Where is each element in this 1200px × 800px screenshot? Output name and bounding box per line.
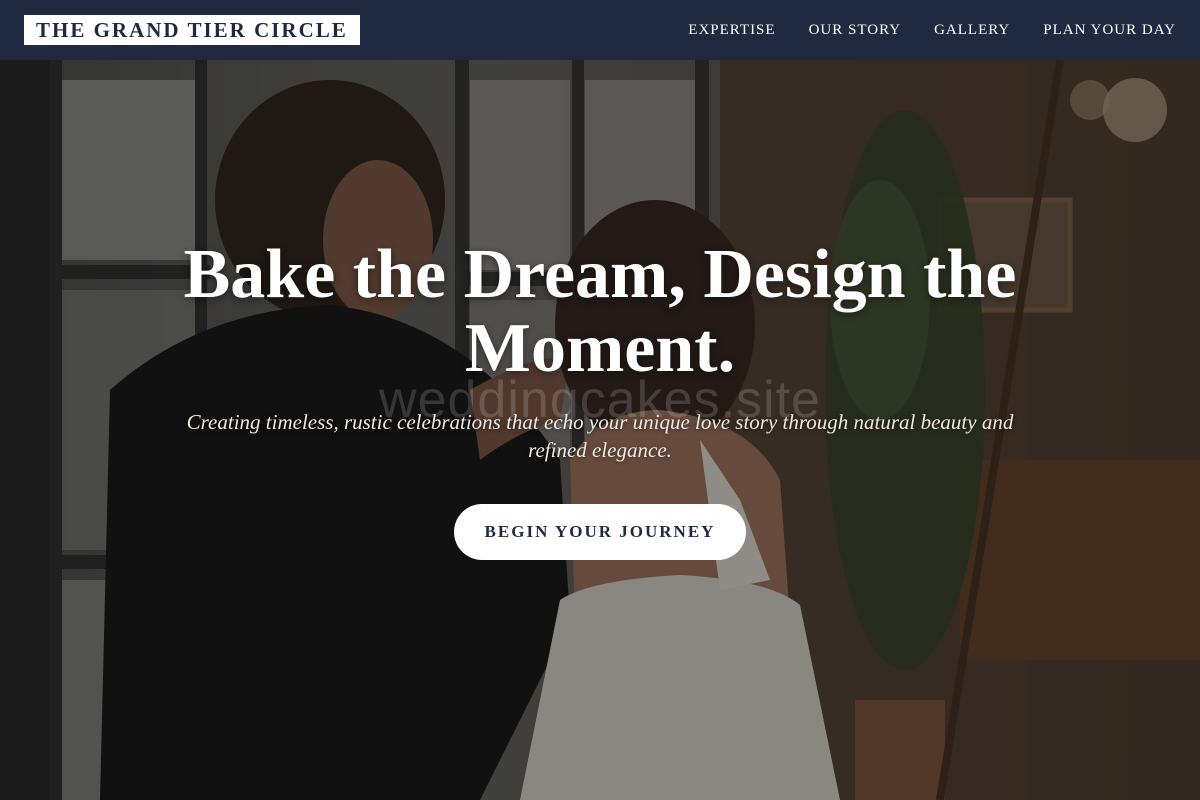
hero-section: weddingcakes.site Bake the Dream, Design…	[0, 60, 1200, 800]
hero-subtitle: Creating timeless, rustic celebrations t…	[186, 410, 1014, 462]
nav-link-gallery[interactable]: GALLERY	[934, 22, 1010, 39]
site-header: THE GRAND TIER CIRCLE EXPERTISE OUR STOR…	[0, 0, 1200, 60]
hero-title: Bake the Dream, Design the Moment.	[183, 236, 1017, 387]
main-nav: EXPERTISE OUR STORY GALLERY PLAN YOUR DA…	[688, 22, 1176, 39]
nav-link-our-story[interactable]: OUR STORY	[809, 22, 902, 39]
nav-link-plan-your-day[interactable]: PLAN YOUR DAY	[1043, 22, 1176, 39]
hero-content: Bake the Dream, Design the Moment. Creat…	[0, 60, 1200, 800]
begin-journey-button[interactable]: BEGIN YOUR JOURNEY	[454, 504, 746, 560]
site-logo[interactable]: THE GRAND TIER CIRCLE	[24, 15, 360, 45]
nav-link-expertise[interactable]: EXPERTISE	[688, 22, 775, 39]
